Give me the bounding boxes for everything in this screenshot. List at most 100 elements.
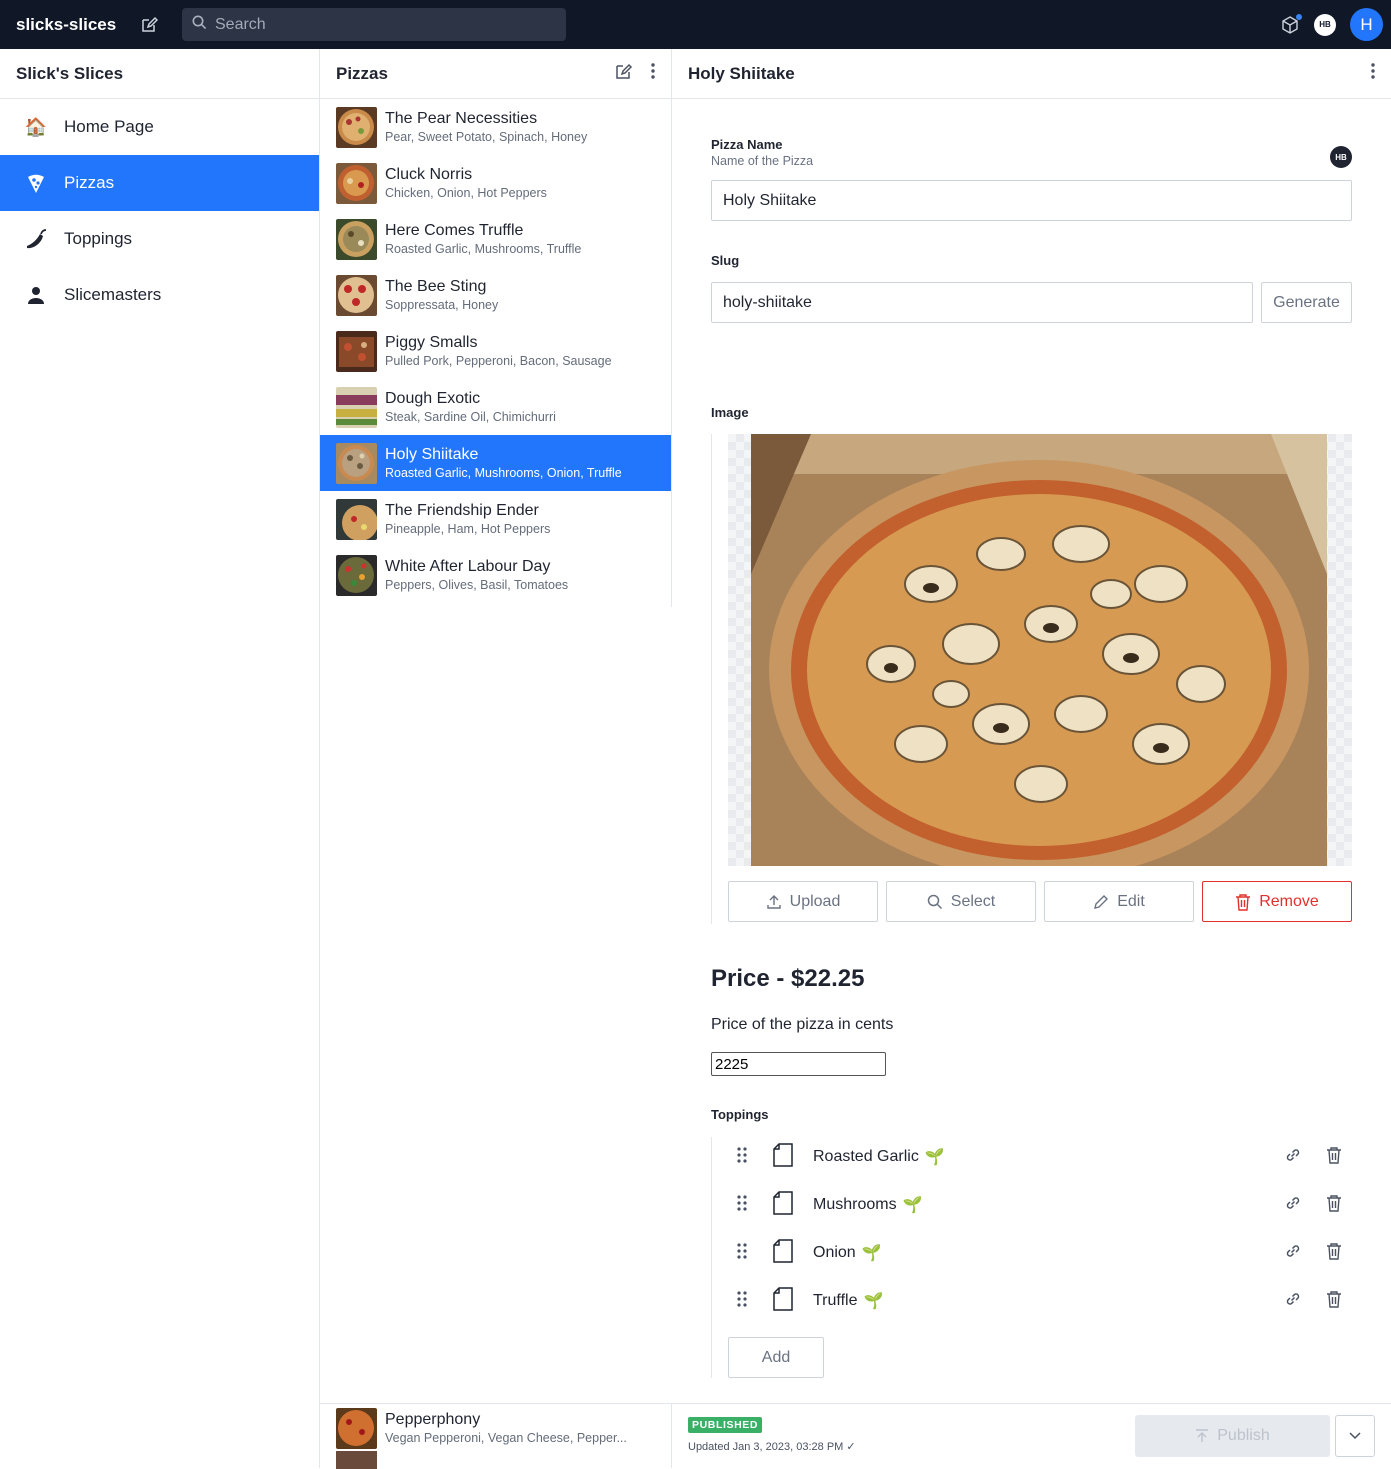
sprout-icon: 🌱 bbox=[902, 1197, 923, 1214]
upload-button[interactable]: Upload bbox=[728, 881, 878, 922]
document-pane: Holy Shiitake Pizza Name Name of the Piz… bbox=[672, 49, 1391, 1403]
document-pane-header: Holy Shiitake bbox=[672, 49, 1391, 99]
publish-icon bbox=[1196, 1429, 1209, 1442]
upload-label: Upload bbox=[789, 892, 841, 910]
pizza-name-input[interactable]: Holy Shiitake bbox=[711, 180, 1352, 221]
pizza-list-item[interactable]: White After Labour Day Peppers, Olives, B… bbox=[320, 547, 671, 603]
drag-handle-icon[interactable] bbox=[737, 1242, 755, 1264]
slug-input[interactable]: holy-shiitake bbox=[711, 282, 1253, 323]
nav-item-home-page[interactable]: 🏠 Home Page bbox=[0, 99, 319, 155]
topping-name: Mushrooms bbox=[813, 1196, 897, 1213]
studio-brand[interactable]: slicks-slices bbox=[16, 15, 134, 35]
user-avatar[interactable]: H bbox=[1350, 8, 1383, 41]
pencil-icon bbox=[1094, 894, 1109, 909]
link-icon[interactable] bbox=[1284, 1242, 1302, 1265]
generate-slug-button[interactable]: Generate bbox=[1261, 282, 1352, 323]
link-icon[interactable] bbox=[1284, 1146, 1302, 1169]
pizza-thumbnail bbox=[336, 1407, 377, 1449]
link-icon[interactable] bbox=[1284, 1290, 1302, 1313]
pizza-list-item[interactable]: Piggy Smalls Pulled Pork, Pepperoni, Baco… bbox=[320, 323, 671, 379]
nav-item-pizzas[interactable]: Pizzas bbox=[0, 155, 319, 211]
topping-name: Roasted Garlic bbox=[813, 1148, 919, 1165]
nav-item-toppings[interactable]: Toppings bbox=[0, 211, 319, 267]
pizza-name: The Friendship Ender bbox=[385, 502, 539, 519]
topping-row[interactable]: Mushrooms 🌱 bbox=[711, 1181, 1352, 1229]
pizza-list-item[interactable]: Here Comes Truffle Roasted Garlic, Mushro… bbox=[320, 211, 671, 267]
search-bar[interactable] bbox=[182, 8, 566, 41]
pizza-name: Here Comes Truffle bbox=[385, 222, 524, 239]
trash-icon[interactable] bbox=[1326, 1194, 1342, 1217]
topbar-right: HB H bbox=[1280, 0, 1383, 49]
nav-item-slicemasters[interactable]: Slicemasters bbox=[0, 267, 319, 323]
nav-item-label: Slicemasters bbox=[64, 285, 162, 304]
pizza-list-item[interactable]: Cluck Norris Chicken, Onion, Hot Peppers bbox=[320, 155, 671, 211]
pizza-list-item-selected[interactable]: Holy Shiitake Roasted Garlic, Mushrooms, … bbox=[320, 435, 671, 491]
pizza-list-item[interactable]: The Pear Necessities Pear, Sweet Potato, … bbox=[320, 99, 671, 155]
toppings-array: Roasted Garlic 🌱 Mushrooms 🌱 Onion 🌱 Tru… bbox=[711, 1133, 1352, 1378]
pizza-thumbnail bbox=[336, 274, 377, 316]
publish-button[interactable]: Publish bbox=[1135, 1415, 1330, 1457]
pizza-name: The Bee Sting bbox=[385, 278, 487, 295]
structure-title: Slick's Slices bbox=[16, 63, 124, 83]
edit-button[interactable]: Edit bbox=[1044, 881, 1194, 922]
nav-item-label: Pizzas bbox=[64, 173, 115, 192]
compose-icon[interactable] bbox=[614, 62, 633, 86]
user-presence-avatar[interactable]: HB bbox=[1314, 13, 1336, 36]
pizza-thumbnail bbox=[336, 498, 377, 540]
document-icon bbox=[773, 1190, 795, 1220]
pizza-toppings: Pear, Sweet Potato, Spinach, Honey bbox=[385, 130, 588, 144]
more-actions-button[interactable] bbox=[1335, 1415, 1375, 1457]
pizza-name: Dough Exotic bbox=[385, 390, 481, 407]
publish-label: Publish bbox=[1217, 1427, 1270, 1444]
upload-icon bbox=[766, 894, 781, 909]
nav-item-label: Home Page bbox=[64, 117, 154, 136]
pizza-list-item[interactable]: The Friendship Ender Pineapple, Ham, Hot … bbox=[320, 491, 671, 547]
cube-icon[interactable] bbox=[1280, 13, 1302, 35]
topping-name: Truffle bbox=[813, 1292, 858, 1309]
drag-handle-icon[interactable] bbox=[737, 1194, 755, 1216]
price-heading: Price - $22.25 bbox=[711, 965, 865, 992]
topping-row[interactable]: Roasted Garlic 🌱 bbox=[711, 1133, 1352, 1181]
more-vertical-icon[interactable] bbox=[1371, 63, 1375, 84]
search-input[interactable] bbox=[215, 15, 555, 34]
price-input[interactable]: 2225 bbox=[711, 1052, 886, 1076]
pizza-name: The Pear Necessities bbox=[385, 110, 538, 127]
pizza-name: White After Labour Day bbox=[385, 558, 551, 575]
pizza-list-item[interactable]: Pepperphony Vegan Pepperoni, Vegan Cheese… bbox=[320, 1405, 671, 1451]
select-button[interactable]: Select bbox=[886, 881, 1036, 922]
pizza-name: Piggy Smalls bbox=[385, 334, 478, 351]
sprout-icon: 🌱 bbox=[924, 1149, 945, 1166]
pizza-thumbnail bbox=[336, 330, 377, 372]
sprout-icon: 🌱 bbox=[861, 1245, 882, 1262]
link-icon[interactable] bbox=[1284, 1194, 1302, 1217]
topping-row[interactable]: Truffle 🌱 bbox=[711, 1277, 1352, 1325]
pizza-list-item[interactable]: Dough Exotic Steak, Sardine Oil, Chimichu… bbox=[320, 379, 671, 435]
field-description: Name of the Pizza bbox=[711, 154, 814, 168]
compose-icon[interactable] bbox=[134, 10, 164, 40]
search-icon bbox=[192, 15, 207, 35]
add-topping-button[interactable]: Add bbox=[728, 1337, 824, 1378]
trash-icon[interactable] bbox=[1326, 1146, 1342, 1169]
pizza-toppings: Pineapple, Ham, Hot Peppers bbox=[385, 522, 551, 536]
pizza-photo bbox=[751, 434, 1327, 866]
drag-handle-icon[interactable] bbox=[737, 1146, 755, 1168]
more-vertical-icon[interactable] bbox=[651, 63, 655, 84]
pizza-name: Pepperphony bbox=[385, 1411, 481, 1428]
remove-label: Remove bbox=[1259, 892, 1319, 910]
field-label: Image bbox=[711, 405, 749, 420]
pizza-thumbnail bbox=[336, 106, 377, 148]
structure-pane: Slick's Slices 🏠 Home Page Pizzas Toppin… bbox=[0, 49, 320, 1468]
drag-handle-icon[interactable] bbox=[737, 1290, 755, 1312]
document-title: Holy Shiitake bbox=[688, 63, 795, 83]
field-slug: Slug holy-shiitake Generate bbox=[711, 253, 1352, 323]
remove-button[interactable]: Remove bbox=[1202, 881, 1352, 922]
updated-text: Updated Jan 3, 2023, 03:28 PM bbox=[688, 1441, 844, 1453]
pizza-toppings: Soppressata, Honey bbox=[385, 298, 499, 312]
image-preview[interactable] bbox=[728, 434, 1352, 866]
trash-icon[interactable] bbox=[1326, 1290, 1342, 1313]
pizza-list-item[interactable]: The Bee Sting Soppressata, Honey bbox=[320, 267, 671, 323]
trash-icon[interactable] bbox=[1326, 1242, 1342, 1265]
pizza-thumbnail bbox=[336, 442, 377, 484]
topping-row[interactable]: Onion 🌱 bbox=[711, 1229, 1352, 1277]
search-icon bbox=[927, 894, 942, 909]
